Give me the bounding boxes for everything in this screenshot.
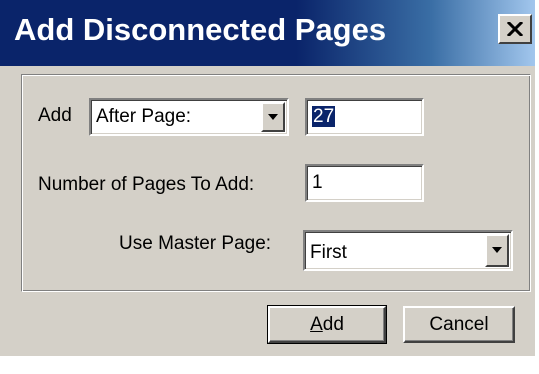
dialog-bottom-edge bbox=[0, 356, 539, 374]
add-disconnected-pages-dialog: Add Disconnected Pages Add After Page: 2… bbox=[0, 0, 539, 374]
cancel-button-label: Cancel bbox=[429, 313, 489, 335]
close-button[interactable] bbox=[498, 14, 532, 44]
master-page-select[interactable]: First bbox=[303, 230, 513, 271]
count-label: Number of Pages To Add: bbox=[38, 174, 255, 195]
add-button[interactable]: Add bbox=[267, 305, 387, 344]
add-label: Add bbox=[38, 105, 72, 126]
page-count-input[interactable]: 1 bbox=[305, 164, 424, 202]
chevron-down-icon bbox=[492, 247, 502, 253]
chevron-down-icon bbox=[268, 113, 278, 120]
master-page-dropdown-button[interactable] bbox=[485, 234, 509, 267]
dialog-right-edge bbox=[535, 0, 539, 356]
page-number-value: 27 bbox=[312, 106, 336, 127]
dialog-title: Add Disconnected Pages bbox=[14, 12, 387, 47]
cancel-button[interactable]: Cancel bbox=[403, 306, 515, 343]
position-dropdown-button[interactable] bbox=[261, 102, 285, 132]
position-select[interactable]: After Page: bbox=[89, 98, 289, 136]
title-bar[interactable]: Add Disconnected Pages bbox=[0, 0, 539, 66]
master-page-label: Use Master Page: bbox=[119, 233, 272, 254]
master-page-value: First bbox=[310, 242, 347, 263]
page-count-value: 1 bbox=[312, 172, 323, 193]
position-select-value: After Page: bbox=[96, 106, 192, 127]
add-button-label: Add bbox=[310, 313, 344, 335]
page-number-input[interactable]: 27 bbox=[305, 98, 424, 136]
close-icon bbox=[507, 22, 523, 36]
